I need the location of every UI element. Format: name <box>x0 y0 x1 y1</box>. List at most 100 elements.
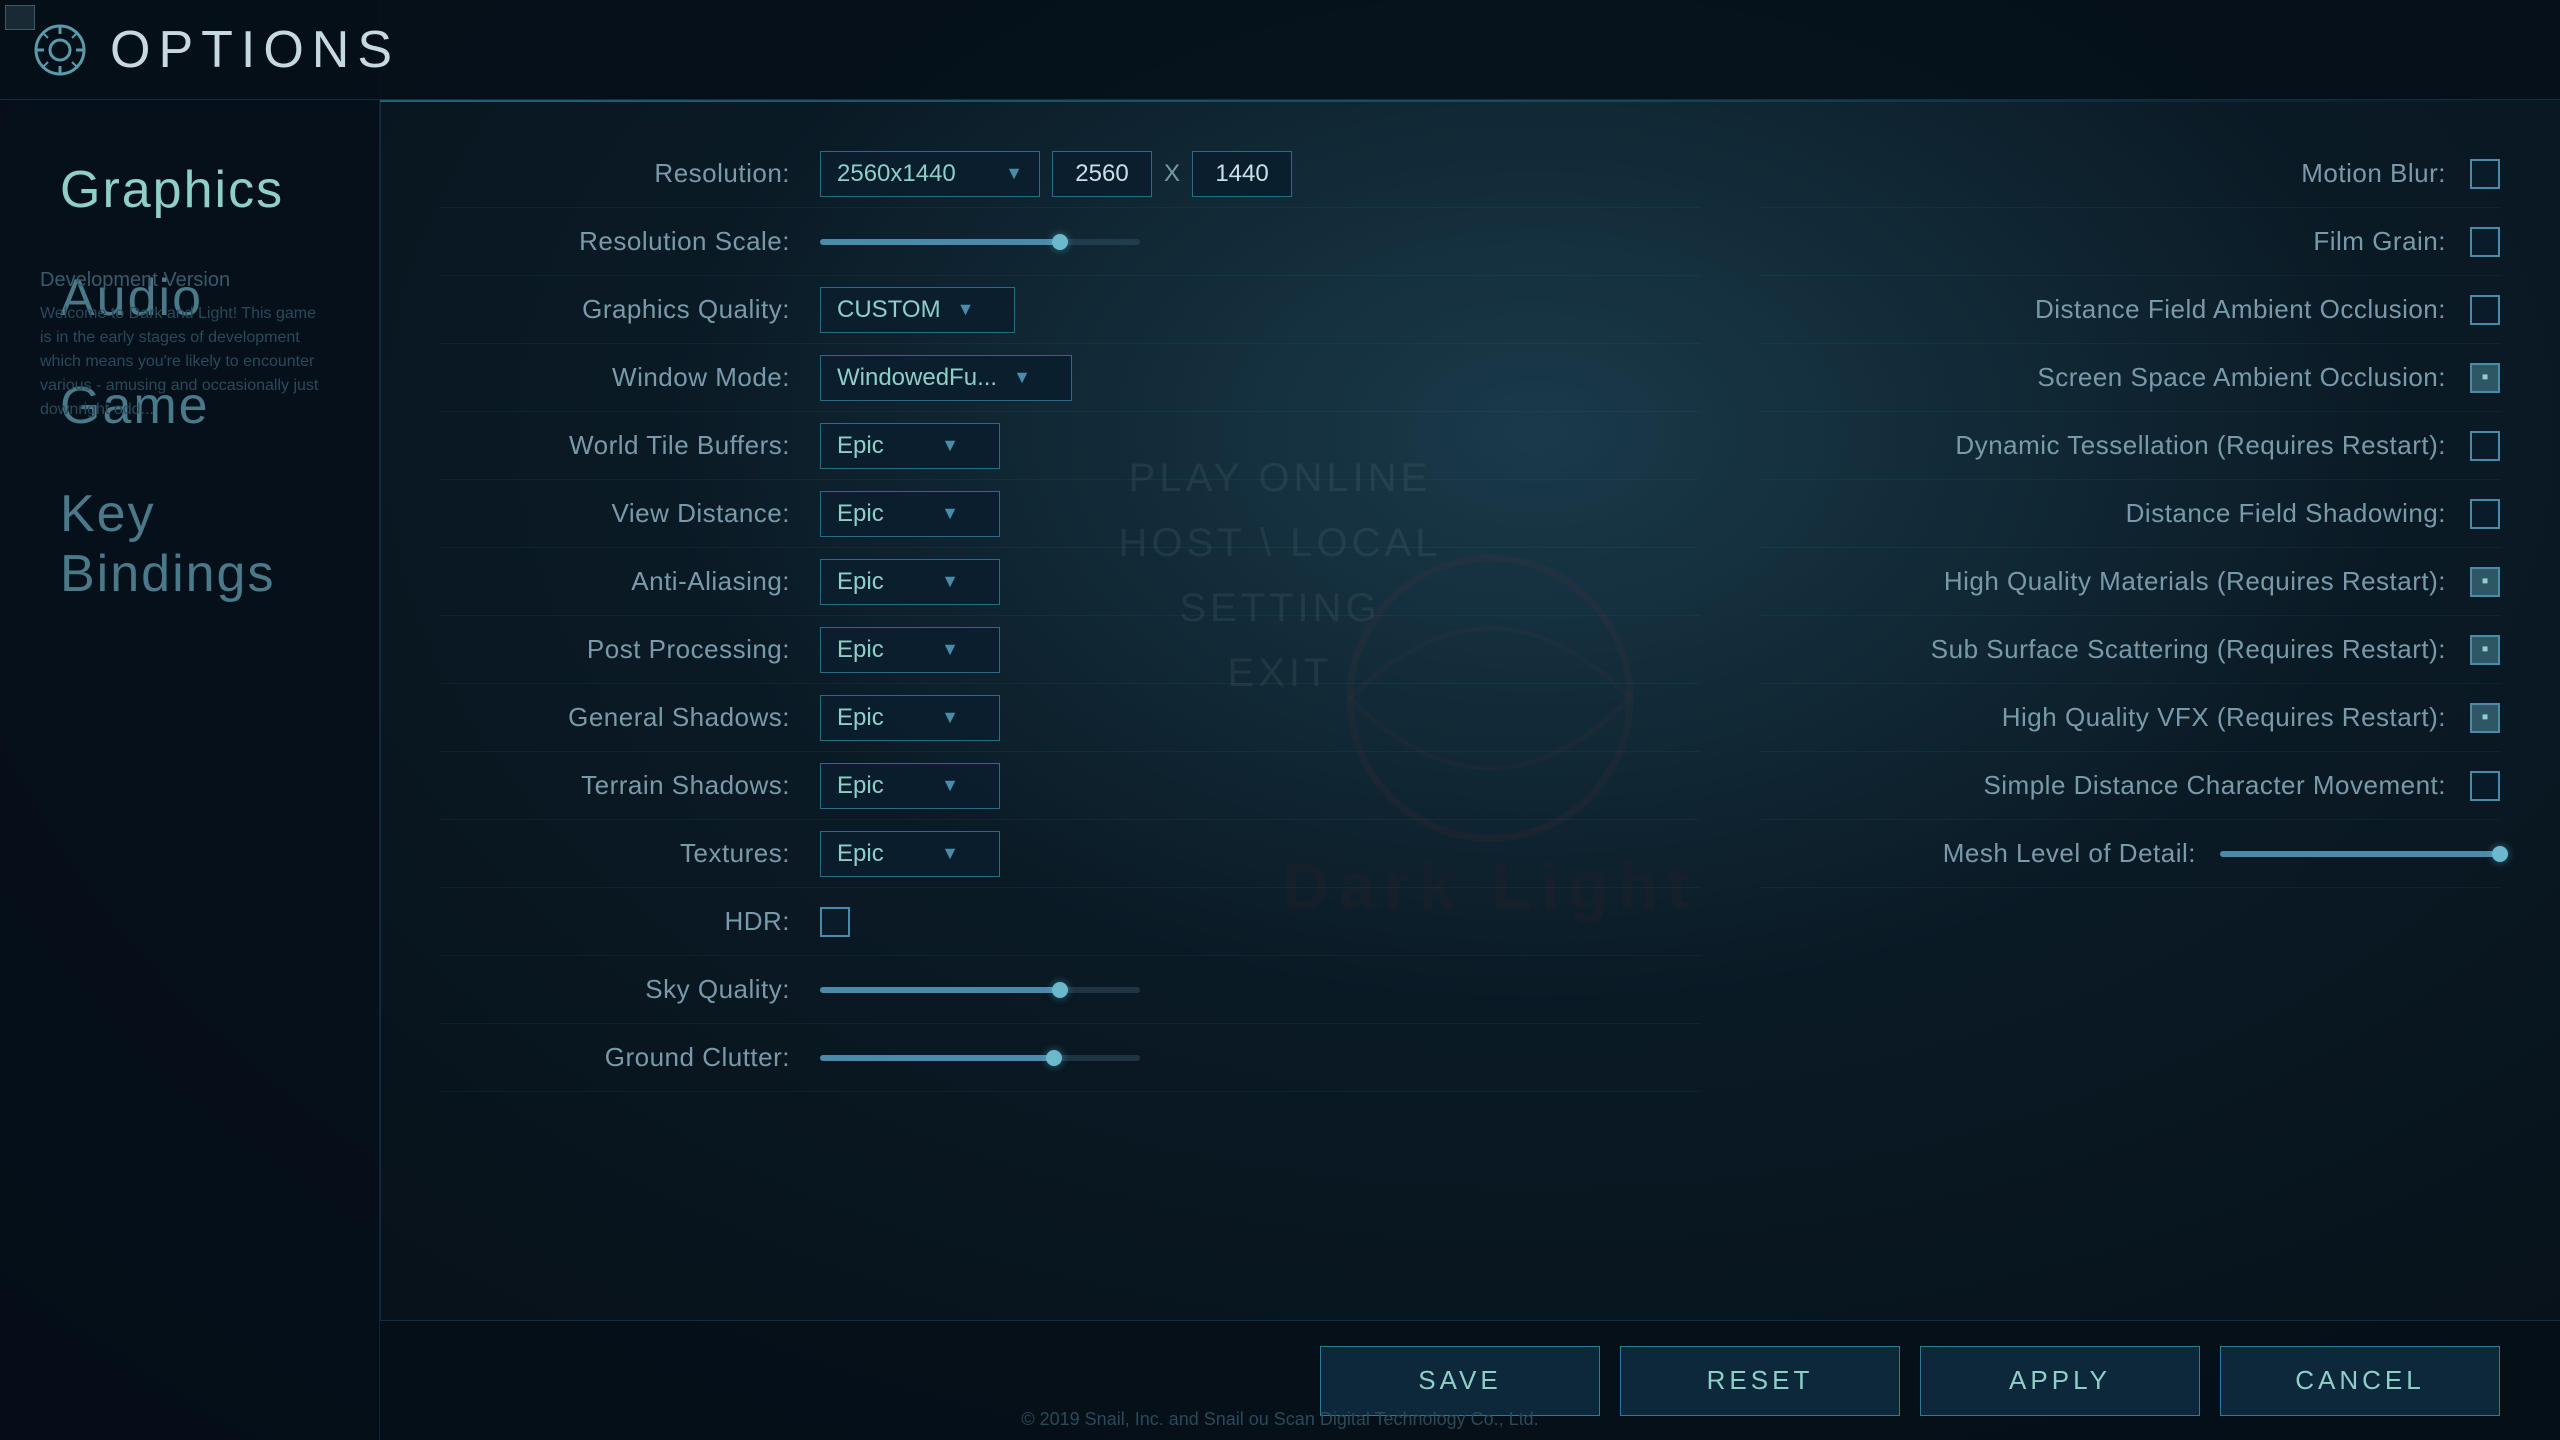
graphics-quality-arrow: ▼ <box>957 299 975 320</box>
ground-clutter-control <box>820 1055 1700 1061</box>
motion-blur-checkbox[interactable] <box>2470 159 2500 189</box>
ssao-row: Screen Space Ambient Occlusion: <box>1760 344 2500 412</box>
tessellation-row: Dynamic Tessellation (Requires Restart): <box>1760 412 2500 480</box>
reset-button[interactable]: RESET <box>1620 1346 1900 1416</box>
dfao-checkbox[interactable] <box>2470 295 2500 325</box>
film-grain-checkbox[interactable] <box>2470 227 2500 257</box>
graphics-quality-control: CUSTOM ▼ <box>820 287 1700 333</box>
textures-label: Textures: <box>440 838 820 869</box>
apply-button[interactable]: APPLY <box>1920 1346 2200 1416</box>
mesh-lod-slider[interactable] <box>2220 851 2500 857</box>
sidebar-item-keybindings[interactable]: Key Bindings <box>60 484 350 604</box>
tessellation-checkbox[interactable] <box>2470 431 2500 461</box>
ground-clutter-row: Ground Clutter: <box>440 1024 1700 1092</box>
window-mode-label: Window Mode: <box>440 362 820 393</box>
textures-dropdown[interactable]: Epic ▼ <box>820 831 1000 877</box>
view-distance-label: View Distance: <box>440 498 820 529</box>
hq-vfx-label: High Quality VFX (Requires Restart): <box>2002 702 2446 733</box>
anti-aliasing-label: Anti-Aliasing: <box>440 566 820 597</box>
motion-blur-label: Motion Blur: <box>2301 158 2446 189</box>
window-close-button[interactable] <box>5 5 35 30</box>
page-title: OPTIONS <box>110 20 400 80</box>
ssao-checkbox[interactable] <box>2470 363 2500 393</box>
film-grain-label: Film Grain: <box>2313 226 2446 257</box>
simple-dist-char-checkbox[interactable] <box>2470 771 2500 801</box>
general-shadows-control: Epic ▼ <box>820 695 1700 741</box>
sss-checkbox[interactable] <box>2470 635 2500 665</box>
options-icon <box>30 20 90 80</box>
resolution-scale-label: Resolution Scale: <box>440 226 820 257</box>
graphics-quality-dropdown[interactable]: CUSTOM ▼ <box>820 287 1015 333</box>
top-line-separator <box>380 100 2560 102</box>
view-distance-dropdown[interactable]: Epic ▼ <box>820 491 1000 537</box>
sidebar-item-graphics[interactable]: Graphics <box>60 160 350 220</box>
simple-dist-char-row: Simple Distance Character Movement: <box>1760 752 2500 820</box>
resolution-scale-thumb[interactable] <box>1052 234 1068 250</box>
hdr-row: HDR: <box>440 888 1700 956</box>
df-shadowing-checkbox[interactable] <box>2470 499 2500 529</box>
resolution-scale-control <box>820 239 1700 245</box>
world-tile-buffers-control: Epic ▼ <box>820 423 1700 469</box>
view-distance-arrow: ▼ <box>941 503 959 524</box>
mesh-lod-row: Mesh Level of Detail: <box>1760 820 2500 888</box>
resolution-dropdown[interactable]: 2560x1440 ▼ <box>820 151 1040 197</box>
resolution-label: Resolution: <box>440 158 820 189</box>
world-tile-buffers-arrow: ▼ <box>941 435 959 456</box>
general-shadows-dropdown[interactable]: Epic ▼ <box>820 695 1000 741</box>
post-processing-label: Post Processing: <box>440 634 820 665</box>
ground-clutter-thumb[interactable] <box>1046 1050 1062 1066</box>
graphics-quality-label: Graphics Quality: <box>440 294 820 325</box>
watermark: © 2019 Snail, Inc. and Snail ou Scan Dig… <box>1021 1409 1538 1430</box>
sss-label: Sub Surface Scattering (Requires Restart… <box>1931 634 2446 665</box>
tessellation-label: Dynamic Tessellation (Requires Restart): <box>1955 430 2446 461</box>
top-bar: OPTIONS <box>0 0 2560 100</box>
resolution-scale-track <box>820 239 1060 245</box>
hq-vfx-row: High Quality VFX (Requires Restart): <box>1760 684 2500 752</box>
mesh-lod-thumb[interactable] <box>2492 846 2508 862</box>
hdr-checkbox[interactable] <box>820 907 850 937</box>
resolution-width-input[interactable]: 2560 <box>1052 151 1152 197</box>
sky-quality-slider[interactable] <box>820 987 1140 993</box>
anti-aliasing-dropdown[interactable]: Epic ▼ <box>820 559 1000 605</box>
sky-quality-control <box>820 987 1700 993</box>
resolution-row: Resolution: 2560x1440 ▼ 2560 X 1440 <box>440 140 1700 208</box>
anti-aliasing-row: Anti-Aliasing: Epic ▼ <box>440 548 1700 616</box>
terrain-shadows-dropdown[interactable]: Epic ▼ <box>820 763 1000 809</box>
general-shadows-arrow: ▼ <box>941 707 959 728</box>
post-processing-control: Epic ▼ <box>820 627 1700 673</box>
separator-line <box>380 100 381 1320</box>
window-mode-arrow: ▼ <box>1013 367 1031 388</box>
content-area: Resolution: 2560x1440 ▼ 2560 X 1440 Reso… <box>380 100 2560 1320</box>
save-button[interactable]: SAVE <box>1320 1346 1600 1416</box>
textures-row: Textures: Epic ▼ <box>440 820 1700 888</box>
resolution-scale-slider[interactable] <box>820 239 1140 245</box>
dev-note-body: Welcome to Dark and Light! This game is … <box>40 302 320 422</box>
world-tile-buffers-dropdown[interactable]: Epic ▼ <box>820 423 1000 469</box>
resolution-height-input[interactable]: 1440 <box>1192 151 1292 197</box>
hq-vfx-checkbox[interactable] <box>2470 703 2500 733</box>
simple-dist-char-label: Simple Distance Character Movement: <box>1983 770 2446 801</box>
textures-arrow: ▼ <box>941 843 959 864</box>
sky-quality-thumb[interactable] <box>1052 982 1068 998</box>
resolution-control: 2560x1440 ▼ 2560 X 1440 <box>820 151 1700 197</box>
cancel-button[interactable]: CANCEL <box>2220 1346 2500 1416</box>
resolution-dropdown-arrow: ▼ <box>1005 163 1023 184</box>
post-processing-row: Post Processing: Epic ▼ <box>440 616 1700 684</box>
post-processing-dropdown[interactable]: Epic ▼ <box>820 627 1000 673</box>
window-mode-row: Window Mode: WindowedFu... ▼ <box>440 344 1700 412</box>
window-mode-dropdown[interactable]: WindowedFu... ▼ <box>820 355 1072 401</box>
world-tile-buffers-row: World Tile Buffers: Epic ▼ <box>440 412 1700 480</box>
ground-clutter-slider[interactable] <box>820 1055 1140 1061</box>
dev-note-area: Development Version Welcome to Dark and … <box>40 269 320 422</box>
resolution-scale-row: Resolution Scale: <box>440 208 1700 276</box>
ground-clutter-label: Ground Clutter: <box>440 1042 820 1073</box>
dfao-row: Distance Field Ambient Occlusion: <box>1760 276 2500 344</box>
settings-left-column: Resolution: 2560x1440 ▼ 2560 X 1440 Reso… <box>440 140 1700 1280</box>
hdr-label: HDR: <box>440 906 820 937</box>
resolution-x-separator: X <box>1164 160 1180 188</box>
hq-materials-checkbox[interactable] <box>2470 567 2500 597</box>
hdr-control <box>820 907 1700 937</box>
film-grain-row: Film Grain: <box>1760 208 2500 276</box>
terrain-shadows-control: Epic ▼ <box>820 763 1700 809</box>
hq-materials-row: High Quality Materials (Requires Restart… <box>1760 548 2500 616</box>
